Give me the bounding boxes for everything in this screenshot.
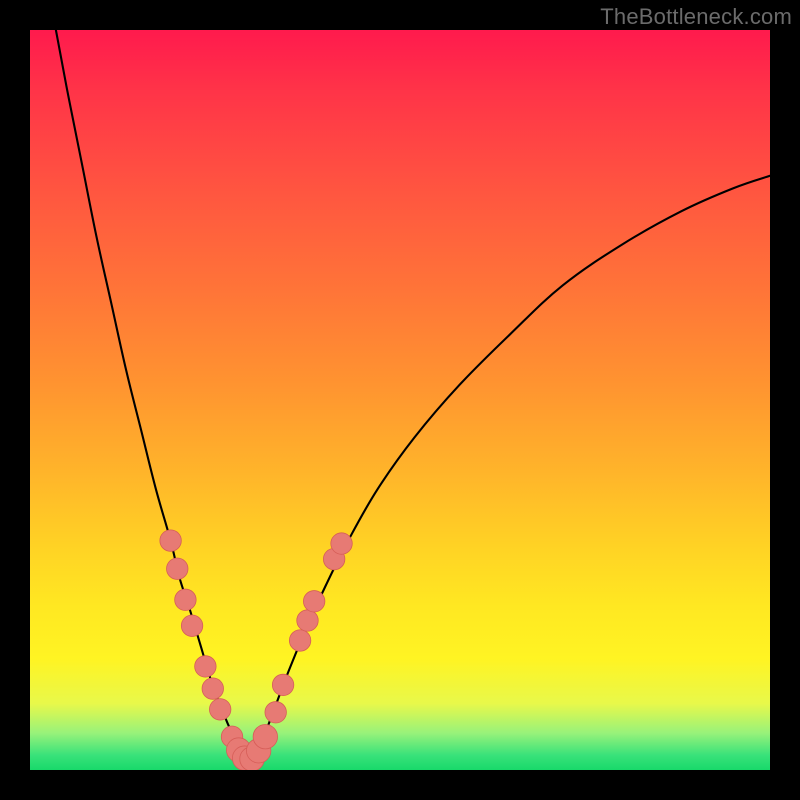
data-dot bbox=[272, 674, 293, 695]
data-dot bbox=[253, 724, 277, 748]
data-dot bbox=[181, 615, 202, 636]
curve-right bbox=[248, 176, 770, 761]
chart-frame: TheBottleneck.com bbox=[0, 0, 800, 800]
data-dot bbox=[209, 699, 230, 720]
data-dot bbox=[297, 610, 318, 631]
watermark-text: TheBottleneck.com bbox=[600, 4, 792, 30]
data-dot bbox=[175, 589, 196, 610]
data-dot bbox=[289, 630, 310, 651]
data-dot bbox=[331, 533, 352, 554]
data-dot bbox=[303, 591, 324, 612]
data-dots bbox=[160, 530, 352, 770]
curve-left bbox=[56, 30, 248, 761]
data-dot bbox=[265, 702, 286, 723]
plot-area bbox=[30, 30, 770, 770]
data-dot bbox=[160, 530, 181, 551]
data-dot bbox=[195, 656, 216, 677]
data-dot bbox=[202, 678, 223, 699]
data-dot bbox=[167, 558, 188, 579]
plot-svg bbox=[30, 30, 770, 770]
